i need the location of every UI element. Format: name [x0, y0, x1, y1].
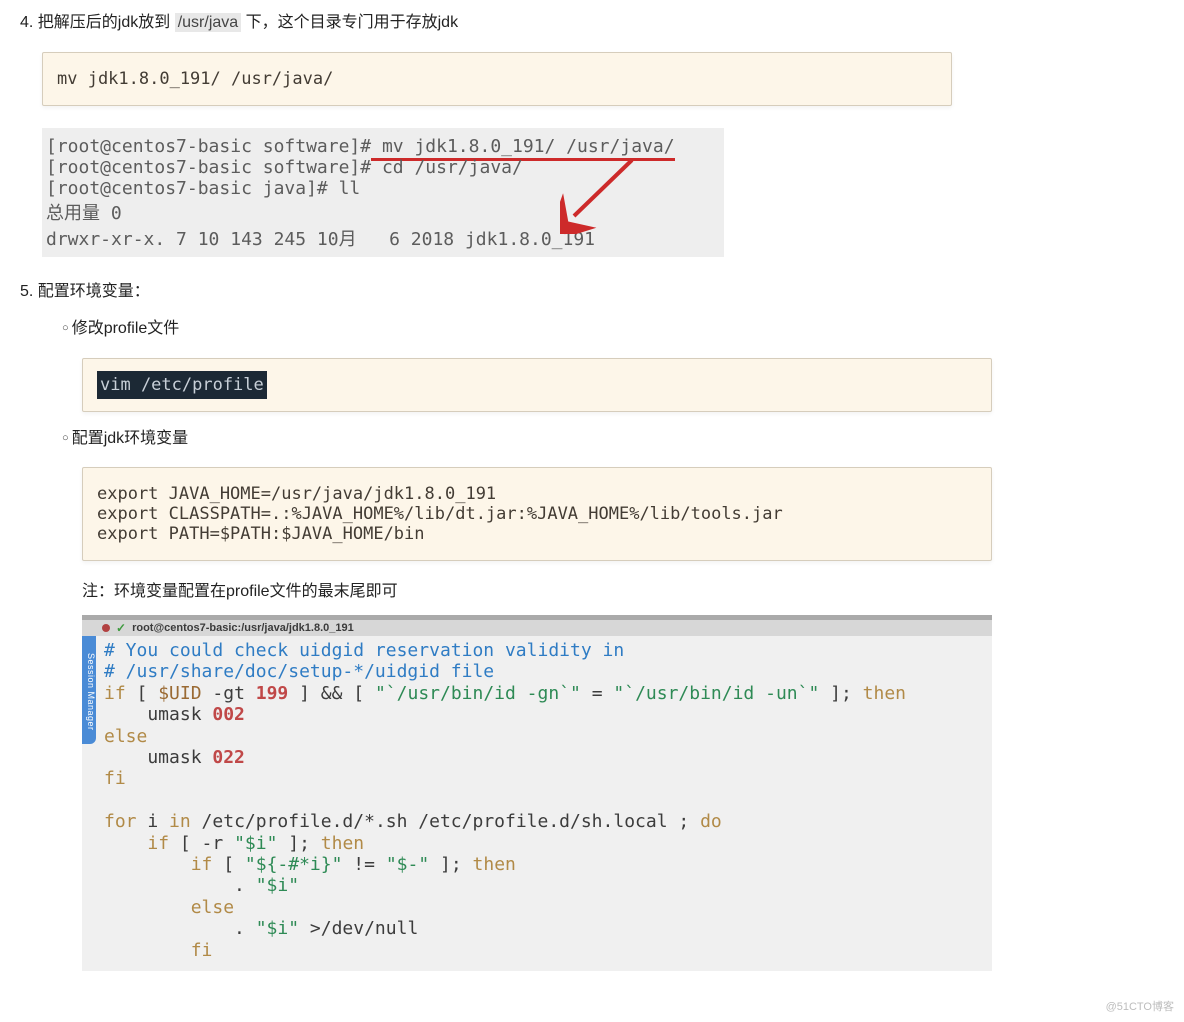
- step-5: 配置环境变量： 修改profile文件 vim /etc/profile 配置j…: [42, 279, 1184, 971]
- check-icon: ✓: [116, 621, 126, 635]
- step-4-text: 把解压后的jdk放到 /usr/java 下，这个目录专门用于存放jdk: [38, 13, 458, 32]
- code-export: export JAVA_HOME=/usr/java/jdk1.8.0_191 …: [82, 467, 992, 561]
- code-vim: vim /etc/profile: [82, 358, 992, 412]
- watermark: @51CTO博客: [1106, 998, 1174, 1014]
- terminal-output: [root@centos7-basic software]# mv jdk1.8…: [42, 128, 724, 257]
- code-mv: mv jdk1.8.0_191/ /usr/java/: [42, 52, 952, 106]
- close-icon: [102, 624, 110, 632]
- step-4: 把解压后的jdk放到 /usr/java 下，这个目录专门用于存放jdk mv …: [42, 10, 1184, 257]
- step-5-title: 配置环境变量：: [38, 283, 150, 300]
- editor-tabbar: ✓ root@centos7-basic:/usr/java/jdk1.8.0_…: [82, 620, 992, 636]
- arrow-icon: [560, 156, 640, 234]
- sub-modify-profile: 修改profile文件 vim /etc/profile: [82, 316, 1184, 412]
- note-text: 注：环境变量配置在profile文件的最末尾即可: [82, 579, 992, 605]
- editor-body: # You could check uidgid reservation val…: [82, 636, 992, 971]
- sub-config-env: 配置jdk环境变量 export JAVA_HOME=/usr/java/jdk…: [82, 426, 1184, 971]
- editor-screenshot: ✓ root@centos7-basic:/usr/java/jdk1.8.0_…: [82, 615, 992, 971]
- session-manager-tab: Session Manager: [82, 636, 96, 744]
- inline-path: /usr/java: [175, 13, 241, 32]
